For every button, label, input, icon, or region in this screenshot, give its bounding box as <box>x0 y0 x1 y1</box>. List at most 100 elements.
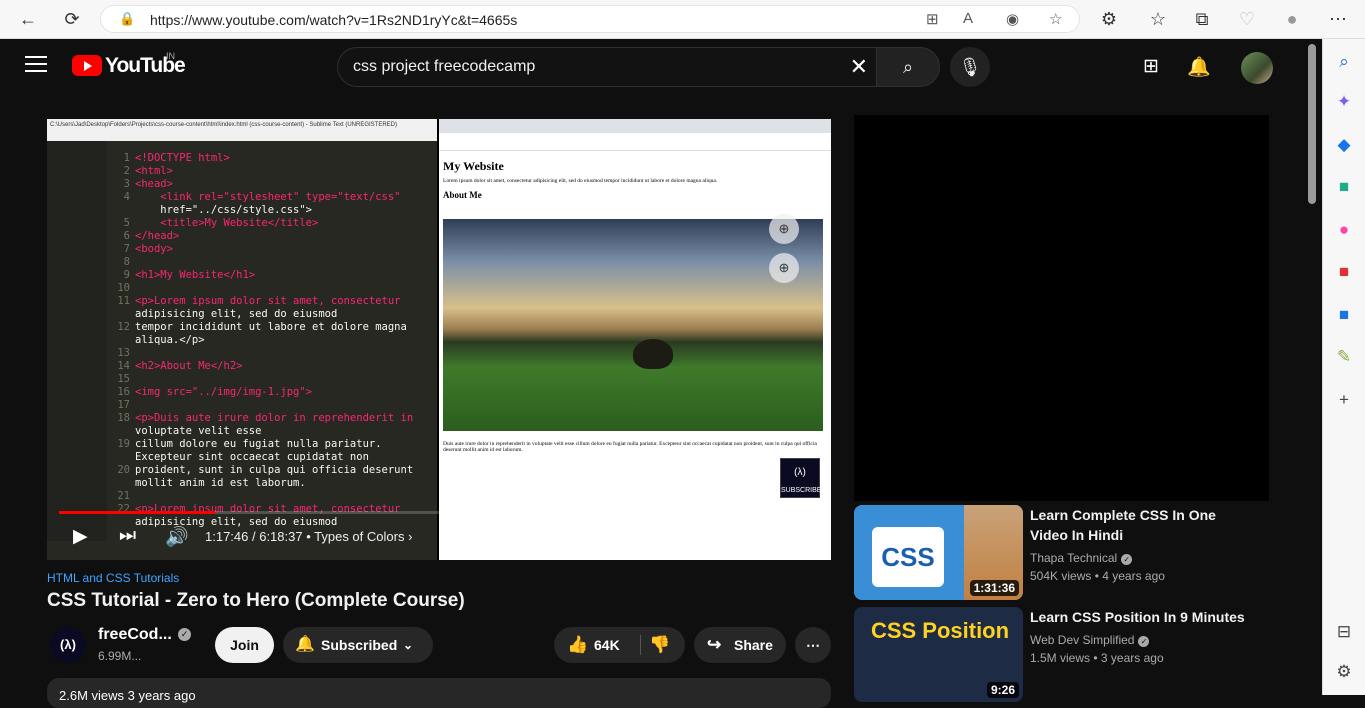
edge-sidebar: ⌕ ✦ ◆ ■ ● ■ ■ ✎ + ⊟ ⚙ <box>1322 39 1365 695</box>
related-channel-name: Thapa Technical <box>1030 551 1118 565</box>
reload-icon[interactable]: ⟳ <box>60 8 84 30</box>
fcc-subscribe-label: SUBSCRIBE <box>781 487 822 494</box>
outlook-icon[interactable]: ■ <box>1333 304 1355 326</box>
browser-essentials-icon[interactable]: ♡ <box>1235 8 1259 30</box>
related-video[interactable]: CSS 1:31:36 Learn Complete CSS In One Vi… <box>854 505 1269 600</box>
settings-icon[interactable]: ⚙ <box>1333 661 1355 683</box>
more-menu-icon[interactable]: ⋯ <box>1326 8 1350 30</box>
address-bar[interactable]: 🔒 https://www.youtube.com/watch?v=1Rs2ND… <box>100 5 1080 33</box>
clear-search-icon[interactable]: ✕ <box>850 54 868 80</box>
code-line-number: 18 <box>117 412 130 424</box>
back-icon[interactable]: ← <box>16 8 40 30</box>
time-display: 1:17:46 / 6:18:37 • Types of Colors › <box>205 529 413 544</box>
collections-icon[interactable]: ⧉ <box>1190 8 1214 30</box>
ad-slot <box>854 115 1269 501</box>
code-line: <title>My Website</title> <box>135 217 319 229</box>
verified-icon: ✓ <box>1138 636 1150 647</box>
code-line: </head> <box>135 230 180 242</box>
volume-icon[interactable]: 🔊 <box>165 525 189 549</box>
chevron-down-icon: ⌄ <box>403 638 414 652</box>
related-thumbnail[interactable]: CSS Position 9:26 <box>854 607 1023 702</box>
code-line-number: 10 <box>117 282 130 294</box>
tools-icon[interactable]: ■ <box>1333 176 1355 198</box>
code-line-number: 11 <box>117 295 130 307</box>
code-line-number: 19 <box>117 438 130 450</box>
extension-icon[interactable]: ◉ <box>1006 10 1019 28</box>
office-icon[interactable]: ■ <box>1333 261 1355 283</box>
captions-icon[interactable]: CC <box>592 528 621 547</box>
add-person-overlay-icon[interactable]: ⊕ <box>769 253 799 283</box>
fullscreen-icon[interactable]: ⛶ <box>783 525 796 547</box>
sidebar-toggle-icon[interactable]: ⊟ <box>1333 621 1355 643</box>
games-icon[interactable]: ● <box>1333 219 1355 241</box>
like-count[interactable]: 64K <box>594 627 620 663</box>
code-line-number: 14 <box>117 360 130 372</box>
autoplay-toggle-icon[interactable]: ◯▶ <box>537 528 565 546</box>
read-aloud-icon[interactable]: A <box>963 10 973 27</box>
related-thumbnail[interactable]: CSS 1:31:36 <box>854 505 1023 600</box>
video-frame-browser: My Website Lorem ipsum dolor sit amet, c… <box>439 119 831 560</box>
editor-sidebar <box>47 141 107 541</box>
play-icon[interactable]: ▶ <box>73 525 88 548</box>
tag-icon[interactable]: ◆ <box>1333 134 1355 156</box>
progress-bar[interactable] <box>59 511 819 514</box>
add-icon[interactable]: + <box>1333 389 1355 411</box>
related-views: 504K views <box>1030 569 1092 583</box>
related-meta: 504K views • 4 years ago <box>1030 569 1165 583</box>
playlist-link[interactable]: HTML and CSS Tutorials <box>47 571 179 585</box>
hamburger-menu-icon[interactable] <box>25 56 47 77</box>
favorite-star-icon[interactable]: ☆ <box>1049 10 1062 28</box>
copilot-icon[interactable]: ✦ <box>1333 91 1355 113</box>
code-line-number: 17 <box>117 399 130 411</box>
collections-overlay-icon[interactable]: ⊕ <box>769 214 799 244</box>
video-player[interactable]: C:\Users\Jad\Desktop\Folders\Projects\cs… <box>47 119 831 560</box>
code-line-number: 16 <box>117 386 130 398</box>
share-label: Share <box>734 637 773 653</box>
code-line-number: 9 <box>123 269 130 281</box>
voice-search-icon[interactable]: 🎙 <box>950 47 990 87</box>
next-icon[interactable]: ⏭ <box>119 525 136 547</box>
chapter-label[interactable]: Types of Colors <box>314 529 404 544</box>
channel-name[interactable]: freeCod... <box>98 626 172 644</box>
create-video-icon[interactable]: ⊞ <box>1138 55 1164 79</box>
user-avatar[interactable] <box>1241 52 1273 84</box>
share-button[interactable]: ↪ Share <box>694 627 786 663</box>
time-text: 1:17:46 / 6:18:37 <box>205 529 303 544</box>
page-scrollbar[interactable] <box>1305 39 1322 695</box>
code-line: <p>Lorem ipsum dolor sit amet, consectet… <box>135 503 401 515</box>
profile-icon[interactable]: ● <box>1280 8 1304 30</box>
notifications-bell-icon[interactable]: 🔔 <box>1186 55 1212 79</box>
verified-icon: ✓ <box>1121 554 1133 565</box>
share-icon: ↪ <box>707 635 722 654</box>
search-icon[interactable]: ⌕ <box>1333 51 1355 73</box>
search-button[interactable]: ⌕ <box>876 47 940 87</box>
designer-icon[interactable]: ✎ <box>1333 346 1355 368</box>
country-code: IN <box>166 51 175 61</box>
subscribed-label: Subscribed <box>321 637 398 653</box>
more-actions-button[interactable]: ⋯ <box>795 627 831 663</box>
apps-icon[interactable]: ⊞ <box>926 10 939 28</box>
search-value: css project freecodecamp <box>353 58 536 75</box>
dislike-icon[interactable]: 👎 <box>649 627 670 663</box>
like-icon[interactable]: 👍 <box>567 627 588 663</box>
code-line-number: 5 <box>123 217 130 229</box>
theater-mode-icon[interactable]: ▭ <box>735 525 753 548</box>
subscribed-button[interactable]: 🔔 Subscribed ⌄ <box>283 627 433 663</box>
channel-avatar[interactable]: (λ) <box>50 627 86 663</box>
related-channel-name: Web Dev Simplified <box>1030 633 1135 647</box>
description-box[interactable]: 2.6M views 3 years ago <box>47 678 831 708</box>
miniplayer-icon[interactable]: ⧉ <box>688 525 702 547</box>
code-line: <p>Duis aute irure dolor in reprehenderi… <box>135 412 414 424</box>
search-input[interactable]: css project freecodecamp ✕ <box>337 47 877 87</box>
scrollbar-thumb[interactable] <box>1308 44 1316 204</box>
frame-nav <box>439 133 831 151</box>
fcc-watermark[interactable]: (λ) SUBSCRIBE <box>780 458 822 498</box>
settings-gear-icon[interactable]: ⚙ <box>640 525 657 548</box>
extensions-icon[interactable]: ⚙ <box>1097 8 1121 30</box>
favorites-icon[interactable]: ☆ <box>1146 8 1170 30</box>
code-line: <head> <box>135 178 173 190</box>
related-title: Learn CSS Position In 9 Minutes <box>1030 609 1245 625</box>
related-video[interactable]: CSS Position 9:26 Learn CSS Position In … <box>854 607 1269 702</box>
join-button[interactable]: Join <box>215 627 274 663</box>
code-line: <link rel="stylesheet" type="text/css" <box>135 191 401 203</box>
